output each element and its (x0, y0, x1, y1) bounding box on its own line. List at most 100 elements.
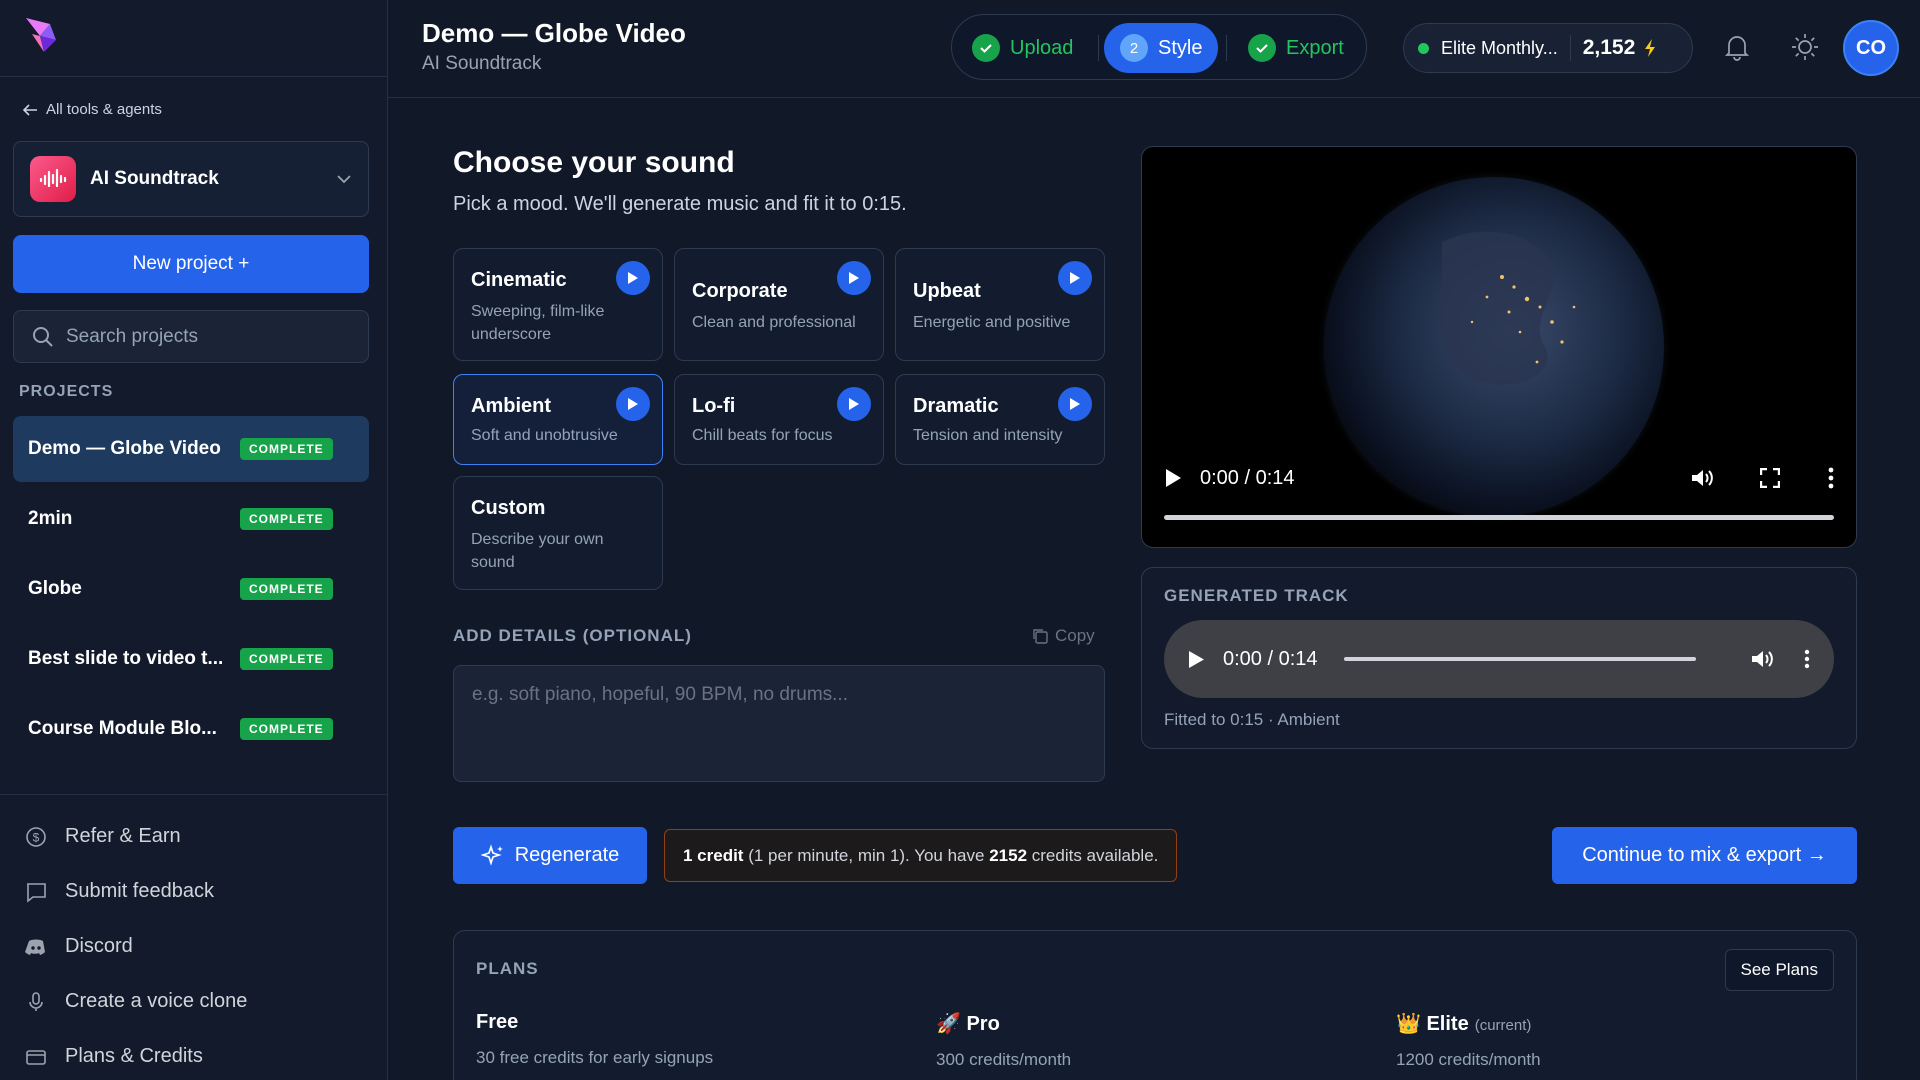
see-plans-button[interactable]: See Plans (1724, 949, 1834, 991)
status-badge: COMPLETE (240, 718, 333, 740)
search-box[interactable] (13, 310, 369, 363)
status-badge: COMPLETE (240, 578, 333, 600)
mood-card-lofi[interactable]: Lo-fi Chill beats for focus (674, 374, 884, 465)
discord-icon (25, 939, 45, 955)
microphone-icon (29, 991, 43, 1011)
theme-sun-icon[interactable] (1788, 30, 1822, 64)
credit-note: 1 credit (1 per minute, min 1). You have… (664, 829, 1178, 882)
new-project-button[interactable]: New project + (13, 235, 369, 293)
current-plan-tag: (current) (1474, 1017, 1532, 1034)
voice-clone-link[interactable]: Create a voice clone (25, 990, 247, 1013)
plan-pro: 🚀 Pro 300 credits/month (936, 1011, 1071, 1070)
copy-icon (1033, 629, 1048, 644)
play-preview-icon[interactable] (1058, 261, 1092, 295)
plan-free: Free 30 free credits for early signups (476, 1011, 713, 1068)
mood-card-ambient[interactable]: Ambient Soft and unobtrusive (453, 374, 663, 465)
discord-link[interactable]: Discord (25, 935, 133, 958)
mood-description: Describe your own sound (471, 531, 604, 571)
regenerate-label: Regenerate (514, 844, 620, 866)
project-item[interactable]: Best slide to video t... COMPLETE (13, 626, 369, 692)
step-label: Export (1286, 36, 1344, 59)
project-item[interactable]: Globe COMPLETE (13, 556, 369, 622)
mood-card-corporate[interactable]: Corporate Clean and professional (674, 248, 884, 361)
generated-track-heading: GENERATED TRACK (1164, 586, 1349, 605)
mood-description: Sweeping, film-like underscore (471, 303, 605, 343)
project-name: Best slide to video t... (28, 648, 224, 669)
notifications-bell-icon[interactable] (1720, 30, 1754, 64)
audio-player[interactable]: 0:00 / 0:14 (1164, 620, 1834, 698)
volume-icon[interactable] (1750, 648, 1774, 670)
plan-credits: 300 credits/month (936, 1050, 1072, 1069)
copy-button[interactable]: Copy (1031, 626, 1095, 646)
sparkles-icon (480, 843, 503, 866)
page-title: Demo — Globe Video (422, 18, 686, 48)
back-to-tools-link[interactable]: All tools & agents (22, 101, 162, 118)
play-preview-icon[interactable] (616, 387, 650, 421)
mood-card-custom[interactable]: Custom Describe your own sound (453, 476, 663, 590)
generated-track-panel: GENERATED TRACK 0:00 / 0:14 Fitted to 0:… (1141, 567, 1857, 749)
refer-earn-label: Refer & Earn (65, 825, 181, 847)
tool-selector[interactable]: AI Soundtrack (13, 141, 369, 217)
user-avatar[interactable]: CO (1843, 20, 1899, 76)
soundtrack-tool-icon (30, 156, 76, 202)
sidebar: All tools & agents AI Soundtrack New pro… (0, 0, 388, 1080)
video-time: 0:00 / 0:14 (1200, 466, 1295, 489)
play-preview-icon[interactable] (616, 261, 650, 295)
audio-progress-bar[interactable] (1343, 657, 1696, 661)
mood-description: Chill beats for focus (692, 427, 833, 444)
tool-name: AI Soundtrack (90, 168, 219, 189)
plans-credits-link[interactable]: Plans & Credits (25, 1045, 203, 1068)
project-item-active[interactable]: Demo — Globe Video COMPLETE (13, 416, 369, 482)
play-icon[interactable] (1188, 650, 1205, 669)
status-badge: COMPLETE (240, 508, 333, 530)
plan-name: Pro (966, 1013, 1000, 1035)
mood-card-cinematic[interactable]: Cinematic Sweeping, film-like underscore (453, 248, 663, 361)
more-options-icon[interactable] (1804, 649, 1810, 669)
mood-description: Energetic and positive (913, 314, 1071, 331)
project-item[interactable]: Course Module Blo... COMPLETE (13, 696, 369, 762)
dollar-icon: $ (26, 826, 46, 847)
project-item[interactable]: 2min COMPLETE (13, 486, 369, 552)
app-logo[interactable] (22, 14, 62, 56)
step-upload[interactable]: Upload (972, 23, 1073, 73)
credits-available: 2152 (989, 845, 1028, 865)
play-preview-icon[interactable] (1058, 387, 1092, 421)
status-dot (1418, 42, 1429, 54)
check-icon (972, 34, 1000, 62)
more-options-icon[interactable] (1828, 467, 1834, 489)
play-preview-icon[interactable] (837, 387, 871, 421)
video-player[interactable]: 0:00 / 0:14 (1141, 146, 1857, 548)
audio-time: 0:00 / 0:14 (1223, 647, 1318, 670)
project-name: Demo — Globe Video (28, 438, 221, 459)
plan-credits: 30 free credits for early signups (476, 1048, 714, 1067)
top-bar: Demo — Globe Video AI Soundtrack Upload … (388, 0, 1920, 98)
plan-credits-pill[interactable]: Elite Monthly... 2,152 (1403, 23, 1693, 73)
volume-icon[interactable] (1690, 467, 1714, 489)
page-subtitle: AI Soundtrack (422, 53, 542, 74)
project-name: Globe (28, 578, 82, 599)
plan-elite: 👑 Elite (current) 1200 credits/month (1396, 1011, 1541, 1070)
voice-clone-label: Create a voice clone (65, 990, 248, 1012)
chevron-down-icon (337, 175, 351, 184)
step-export[interactable]: Export (1248, 23, 1344, 73)
step-number: 2 (1120, 34, 1148, 62)
details-textarea[interactable] (453, 665, 1105, 782)
plan-name: Elite Monthly... (1441, 37, 1558, 58)
submit-feedback-link[interactable]: Submit feedback (25, 880, 214, 903)
continue-button[interactable]: Continue to mix & export → (1552, 827, 1857, 884)
mood-description: Tension and intensity (913, 427, 1063, 444)
regenerate-button[interactable]: Regenerate (453, 827, 647, 884)
step-style[interactable]: 2 Style (1104, 23, 1218, 73)
fullscreen-icon[interactable] (1760, 468, 1780, 488)
mood-card-upbeat[interactable]: Upbeat Energetic and positive (895, 248, 1105, 361)
search-input[interactable] (66, 325, 346, 348)
play-preview-icon[interactable] (837, 261, 871, 295)
refer-earn-link[interactable]: $ Refer & Earn (25, 825, 181, 848)
back-link-label: All tools & agents (46, 101, 162, 118)
play-icon[interactable] (1164, 468, 1182, 488)
mood-card-dramatic[interactable]: Dramatic Tension and intensity (895, 374, 1105, 465)
video-progress-bar[interactable] (1164, 515, 1834, 520)
section-lead: Pick a mood. We'll generate music and fi… (453, 193, 907, 215)
arrow-left-icon (22, 103, 37, 116)
fit-note: Fitted to 0:15 · Ambient (1164, 710, 1340, 729)
